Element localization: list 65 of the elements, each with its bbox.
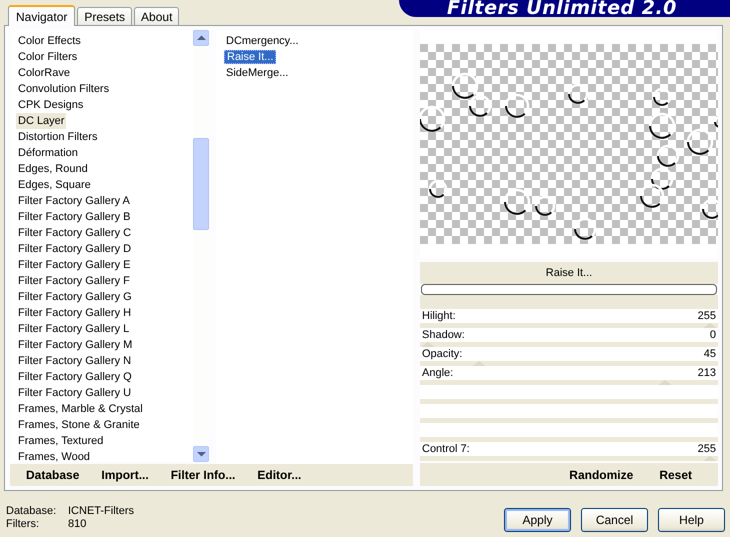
slider[interactable]: Angle: 213 <box>420 366 718 385</box>
slider-value: 213 <box>698 366 716 380</box>
filter-name: Raise It... <box>420 262 718 284</box>
category-item[interactable]: Convolution Filters <box>10 81 193 97</box>
status-value: 810 <box>68 518 86 531</box>
category-item[interactable]: Filter Factory Gallery A <box>10 193 193 209</box>
dialog-button[interactable]: Help <box>658 508 725 532</box>
toolbar-button[interactable]: Filter Info... <box>162 464 244 486</box>
category-item[interactable]: Filter Factory Gallery F <box>10 273 193 289</box>
toolbar-button[interactable]: Editor... <box>249 464 310 486</box>
slider-thumb[interactable] <box>702 456 718 461</box>
toolbar-button[interactable]: Import... <box>93 464 157 486</box>
slider[interactable]: Shadow: 0 <box>420 328 718 347</box>
filter-item[interactable]: DCmergency... <box>224 35 301 47</box>
status-label: Filters: <box>6 518 40 531</box>
category-item[interactable]: Filter Factory Gallery U <box>10 385 193 401</box>
slider-value: 255 <box>698 442 716 456</box>
scrollbar[interactable] <box>193 30 209 462</box>
category-item[interactable]: Frames, Stone & Granite <box>10 417 193 433</box>
category-item[interactable]: Déformation <box>10 145 193 161</box>
toolbar-button[interactable]: Randomize <box>561 464 642 486</box>
category-item[interactable]: Filter Factory Gallery G <box>10 289 193 305</box>
category-item[interactable]: Frames, Marble & Crystal <box>10 401 193 417</box>
category-item[interactable]: ColorRave <box>10 65 193 81</box>
category-item[interactable]: Color Filters <box>10 49 193 65</box>
status-label: Database: <box>6 505 58 518</box>
category-item[interactable]: CPK Designs <box>10 97 193 113</box>
category-item[interactable]: Filter Factory Gallery B <box>10 209 193 225</box>
scrollbar-thumb[interactable] <box>193 138 209 230</box>
category-item[interactable]: Filter Factory Gallery N <box>10 353 193 369</box>
category-item[interactable]: Color Effects <box>10 33 193 49</box>
category-item[interactable]: Filter Factory Gallery E <box>10 257 193 273</box>
filter-item[interactable]: Raise It... <box>224 50 276 64</box>
category-item[interactable]: Filter Factory Gallery H <box>10 305 193 321</box>
category-item[interactable]: Frames, Wood <box>10 449 193 465</box>
slider[interactable]: Control 7: 255 <box>420 442 718 461</box>
category-item[interactable]: Edges, Square <box>10 177 193 193</box>
category-item[interactable]: Filter Factory Gallery D <box>10 241 193 257</box>
status-value: ICNET-Filters <box>68 505 134 518</box>
tab[interactable]: About <box>134 7 180 25</box>
slider-label: Hilight: <box>422 309 456 323</box>
slider-label: Shadow: <box>422 328 465 342</box>
category-item[interactable]: Filter Factory Gallery M <box>10 337 193 353</box>
category-item[interactable]: Filter Factory Gallery L <box>10 321 193 337</box>
slider-label: Opacity: <box>422 347 462 361</box>
slider-value: 0 <box>710 328 716 342</box>
category-item[interactable]: DC Layer <box>16 113 66 129</box>
category-item[interactable]: Frames, Textured <box>10 433 193 449</box>
slider-label: Control 7: <box>422 442 470 456</box>
slider-label: Angle: <box>422 366 454 380</box>
category-item[interactable]: Filter Factory Gallery C <box>10 225 193 241</box>
slider[interactable]: Hilight: 255 <box>420 309 718 328</box>
toolbar-button[interactable]: Reset <box>651 464 700 486</box>
tab[interactable]: Navigator <box>8 5 76 26</box>
category-item[interactable]: Edges, Round <box>10 161 193 177</box>
filter-item[interactable]: SideMerge... <box>224 67 290 79</box>
dialog-button[interactable]: Cancel <box>581 508 648 532</box>
dialog-button[interactable]: Apply <box>504 508 571 532</box>
slider-value: 255 <box>698 309 716 323</box>
tab[interactable]: Presets <box>77 7 132 25</box>
slider-value: 45 <box>704 347 716 361</box>
category-item[interactable]: Filter Factory Gallery Q <box>10 369 193 385</box>
slider[interactable]: Opacity: 45 <box>420 347 718 366</box>
category-item[interactable]: Distortion Filters <box>10 129 193 145</box>
toolbar-button[interactable]: Database <box>18 464 88 486</box>
